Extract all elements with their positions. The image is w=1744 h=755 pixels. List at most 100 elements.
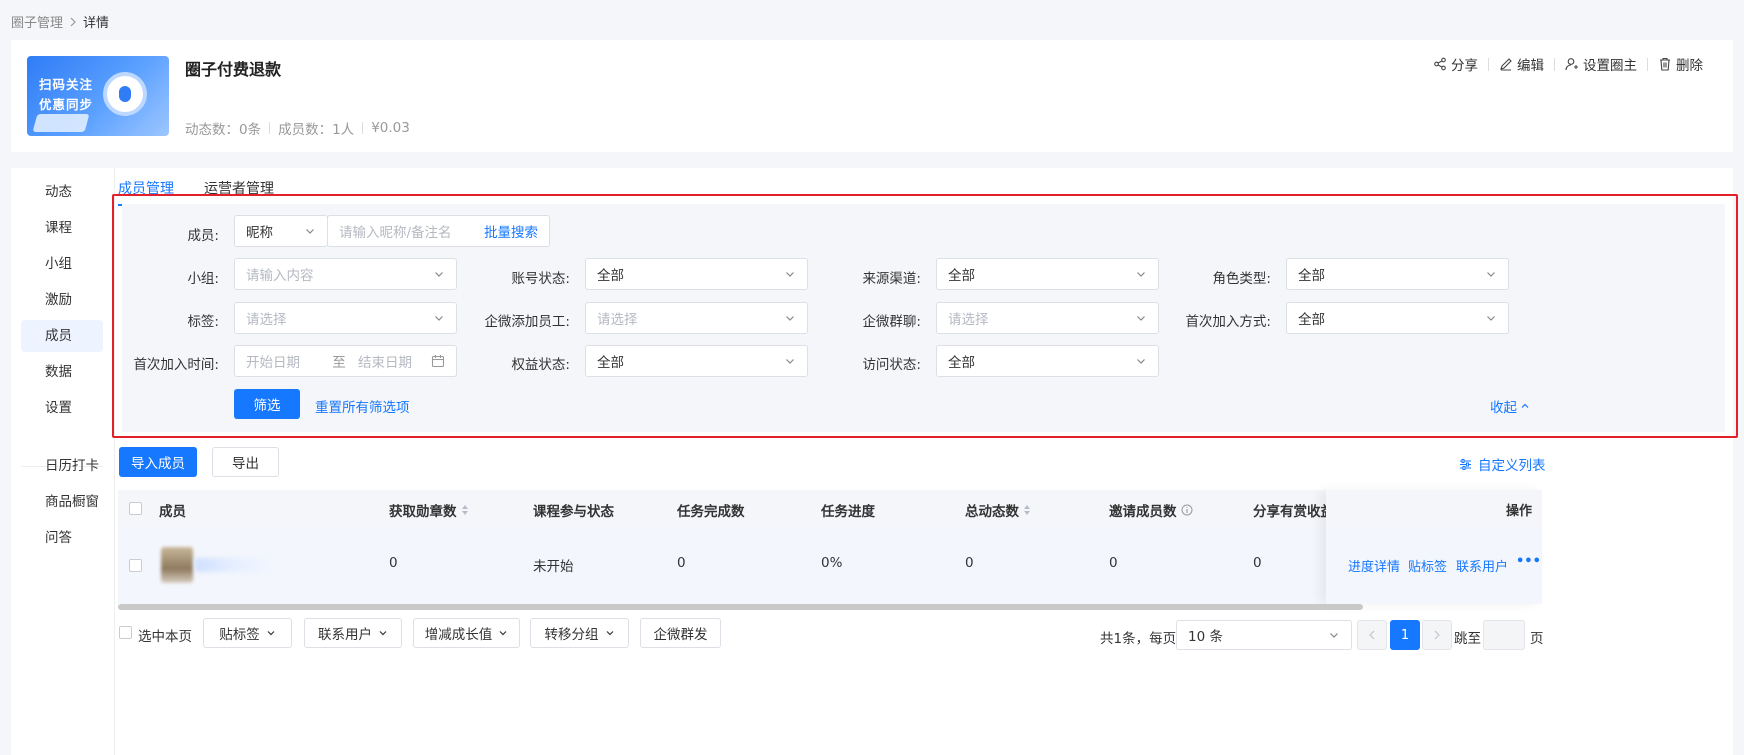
sidebar-item-data[interactable]: 数据 xyxy=(21,356,103,388)
sidebar-item-settings[interactable]: 设置 xyxy=(21,392,103,424)
first-join-date-range[interactable]: 开始日期 至 结束日期 xyxy=(234,345,457,377)
col-total-posts[interactable]: 总动态数 xyxy=(965,500,1031,520)
tag-link[interactable]: 贴标签 xyxy=(1408,556,1447,575)
bulk-move-group-label: 转移分组 xyxy=(544,627,599,643)
wecom-group-placeholder: 请选择 xyxy=(948,312,989,328)
row-checkbox[interactable] xyxy=(129,559,142,572)
sidebar-item-members[interactable]: 成员 xyxy=(21,320,103,352)
chevron-right-icon xyxy=(1433,630,1441,640)
goto-page-input[interactable] xyxy=(1483,620,1525,650)
role-type-select[interactable]: 全部 xyxy=(1286,258,1509,290)
sidebar-item-calendar-checkin[interactable]: 日历打卡 xyxy=(21,450,103,482)
start-date-input[interactable]: 开始日期 xyxy=(246,351,326,371)
role-type-value: 全部 xyxy=(1298,268,1325,284)
sidebar-item-qa[interactable]: 问答 xyxy=(21,522,103,554)
custom-columns-label: 自定义列表 xyxy=(1478,458,1546,474)
wecom-staff-select[interactable]: 请选择 xyxy=(585,302,808,334)
contact-user-link[interactable]: 联系用户 xyxy=(1456,556,1508,575)
chevron-down-icon xyxy=(433,312,445,324)
circle-header-card: 扫码关注 优惠同步 圈子付费退款 动态数：0条 成员数：1人 ¥0.03 分享 … xyxy=(11,40,1733,152)
progress-detail-link[interactable]: 进度详情 xyxy=(1348,556,1400,575)
bulk-move-group-button[interactable]: 转移分组 xyxy=(530,618,629,648)
edit-button[interactable]: 编辑 xyxy=(1499,54,1544,74)
share-icon xyxy=(1433,57,1447,71)
chevron-left-icon xyxy=(1368,630,1376,640)
date-range-separator: 至 xyxy=(332,355,346,371)
wecom-staff-label: 企微添加员工: xyxy=(484,314,570,330)
select-all-checkbox[interactable] xyxy=(129,502,142,515)
visit-status-label: 访问状态: xyxy=(862,357,921,373)
qr-badge-icon xyxy=(103,72,147,116)
member-search-input[interactable]: 请输入昵称/备注名 批量搜索 xyxy=(327,215,550,247)
group-placeholder: 请输入内容 xyxy=(246,268,314,284)
share-income-value: 0 xyxy=(1253,555,1262,571)
tag-select[interactable]: 请选择 xyxy=(234,302,457,334)
circle-stats: 动态数：0条 成员数：1人 ¥0.03 xyxy=(185,118,410,138)
source-channel-value: 全部 xyxy=(948,268,975,284)
col-total-posts-label: 总动态数 xyxy=(965,504,1019,520)
bulk-growth-button[interactable]: 增减成长值 xyxy=(413,618,520,648)
filter-button[interactable]: 筛选 xyxy=(234,389,300,419)
header-actions: 分享 编辑 设置圈主 删除 xyxy=(1433,54,1703,74)
export-button[interactable]: 导出 xyxy=(212,447,279,477)
collapse-filters-link[interactable]: 收起 xyxy=(1490,396,1530,416)
pagination-total: 共1条，每页 xyxy=(1100,631,1177,647)
chevron-down-icon xyxy=(378,628,388,638)
avatar xyxy=(161,547,193,583)
batch-search-link[interactable]: 批量搜索 xyxy=(484,221,538,241)
account-status-label: 账号状态: xyxy=(511,271,570,287)
source-channel-select[interactable]: 全部 xyxy=(936,258,1159,290)
account-status-select[interactable]: 全部 xyxy=(585,258,808,290)
more-actions-icon[interactable]: ••• xyxy=(1516,554,1541,569)
tag-placeholder: 请选择 xyxy=(246,312,287,328)
visit-status-select[interactable]: 全部 xyxy=(936,345,1159,377)
reset-filters-link[interactable]: 重置所有筛选项 xyxy=(315,396,410,416)
sidebar-item-incentives[interactable]: 激励 xyxy=(21,284,103,316)
rights-status-select[interactable]: 全部 xyxy=(585,345,808,377)
sidebar-item-groups[interactable]: 小组 xyxy=(21,248,103,280)
user-icon xyxy=(1565,57,1579,71)
col-share-income: 分享有赏收益 xyxy=(1253,504,1334,520)
sort-icon xyxy=(461,504,469,516)
member-name-blurred xyxy=(195,558,275,572)
bulk-tag-button[interactable]: 贴标签 xyxy=(203,618,292,648)
edit-icon xyxy=(1499,57,1513,71)
page-size-value: 10 条 xyxy=(1188,629,1223,645)
chevron-down-icon xyxy=(266,628,276,638)
page-1-button[interactable]: 1 xyxy=(1390,620,1420,650)
set-owner-button[interactable]: 设置圈主 xyxy=(1565,54,1637,74)
col-badges-label: 获取勋章数 xyxy=(389,504,457,520)
end-date-input[interactable]: 结束日期 xyxy=(352,351,431,371)
cover-text-line2: 优惠同步 xyxy=(39,97,94,112)
cover-text-line1: 扫码关注 xyxy=(39,77,94,92)
phone-illustration xyxy=(32,114,90,132)
sidebar-item-courses[interactable]: 课程 xyxy=(21,212,103,244)
share-button[interactable]: 分享 xyxy=(1433,54,1478,74)
wecom-group-select[interactable]: 请选择 xyxy=(936,302,1159,334)
custom-columns-button[interactable]: 自定义列表 xyxy=(1459,454,1546,474)
col-badges[interactable]: 获取勋章数 xyxy=(389,500,469,520)
source-channel-label: 来源渠道: xyxy=(862,271,921,287)
import-members-button[interactable]: 导入成员 xyxy=(119,447,197,477)
chevron-down-icon xyxy=(1485,268,1497,280)
sidebar-item-product-window[interactable]: 商品橱窗 xyxy=(21,486,103,518)
table-horizontal-scrollbar[interactable] xyxy=(118,604,1363,610)
delete-button[interactable]: 删除 xyxy=(1658,54,1703,74)
prev-page-button[interactable] xyxy=(1357,620,1387,650)
info-icon[interactable] xyxy=(1181,504,1193,516)
sidebar-item-feed[interactable]: 动态 xyxy=(21,176,103,208)
first-join-method-select[interactable]: 全部 xyxy=(1286,302,1509,334)
circle-cover-image: 扫码关注 优惠同步 xyxy=(27,56,169,136)
page-size-select[interactable]: 10 条 xyxy=(1176,620,1352,650)
group-select[interactable]: 请输入内容 xyxy=(234,258,457,290)
member-cell[interactable] xyxy=(161,547,275,583)
bulk-wecom-broadcast-button[interactable]: 企微群发 xyxy=(640,618,721,648)
col-member: 成员 xyxy=(159,504,186,520)
member-type-select[interactable]: 昵称 xyxy=(234,215,328,247)
next-page-button[interactable] xyxy=(1422,620,1452,650)
select-page-label[interactable]: 选中本页 xyxy=(138,625,192,645)
breadcrumb-parent[interactable]: 圈子管理 xyxy=(11,12,63,31)
tag-filter-label: 标签: xyxy=(187,314,219,330)
select-page-checkbox[interactable] xyxy=(119,626,132,639)
bulk-contact-button[interactable]: 联系用户 xyxy=(304,618,402,648)
